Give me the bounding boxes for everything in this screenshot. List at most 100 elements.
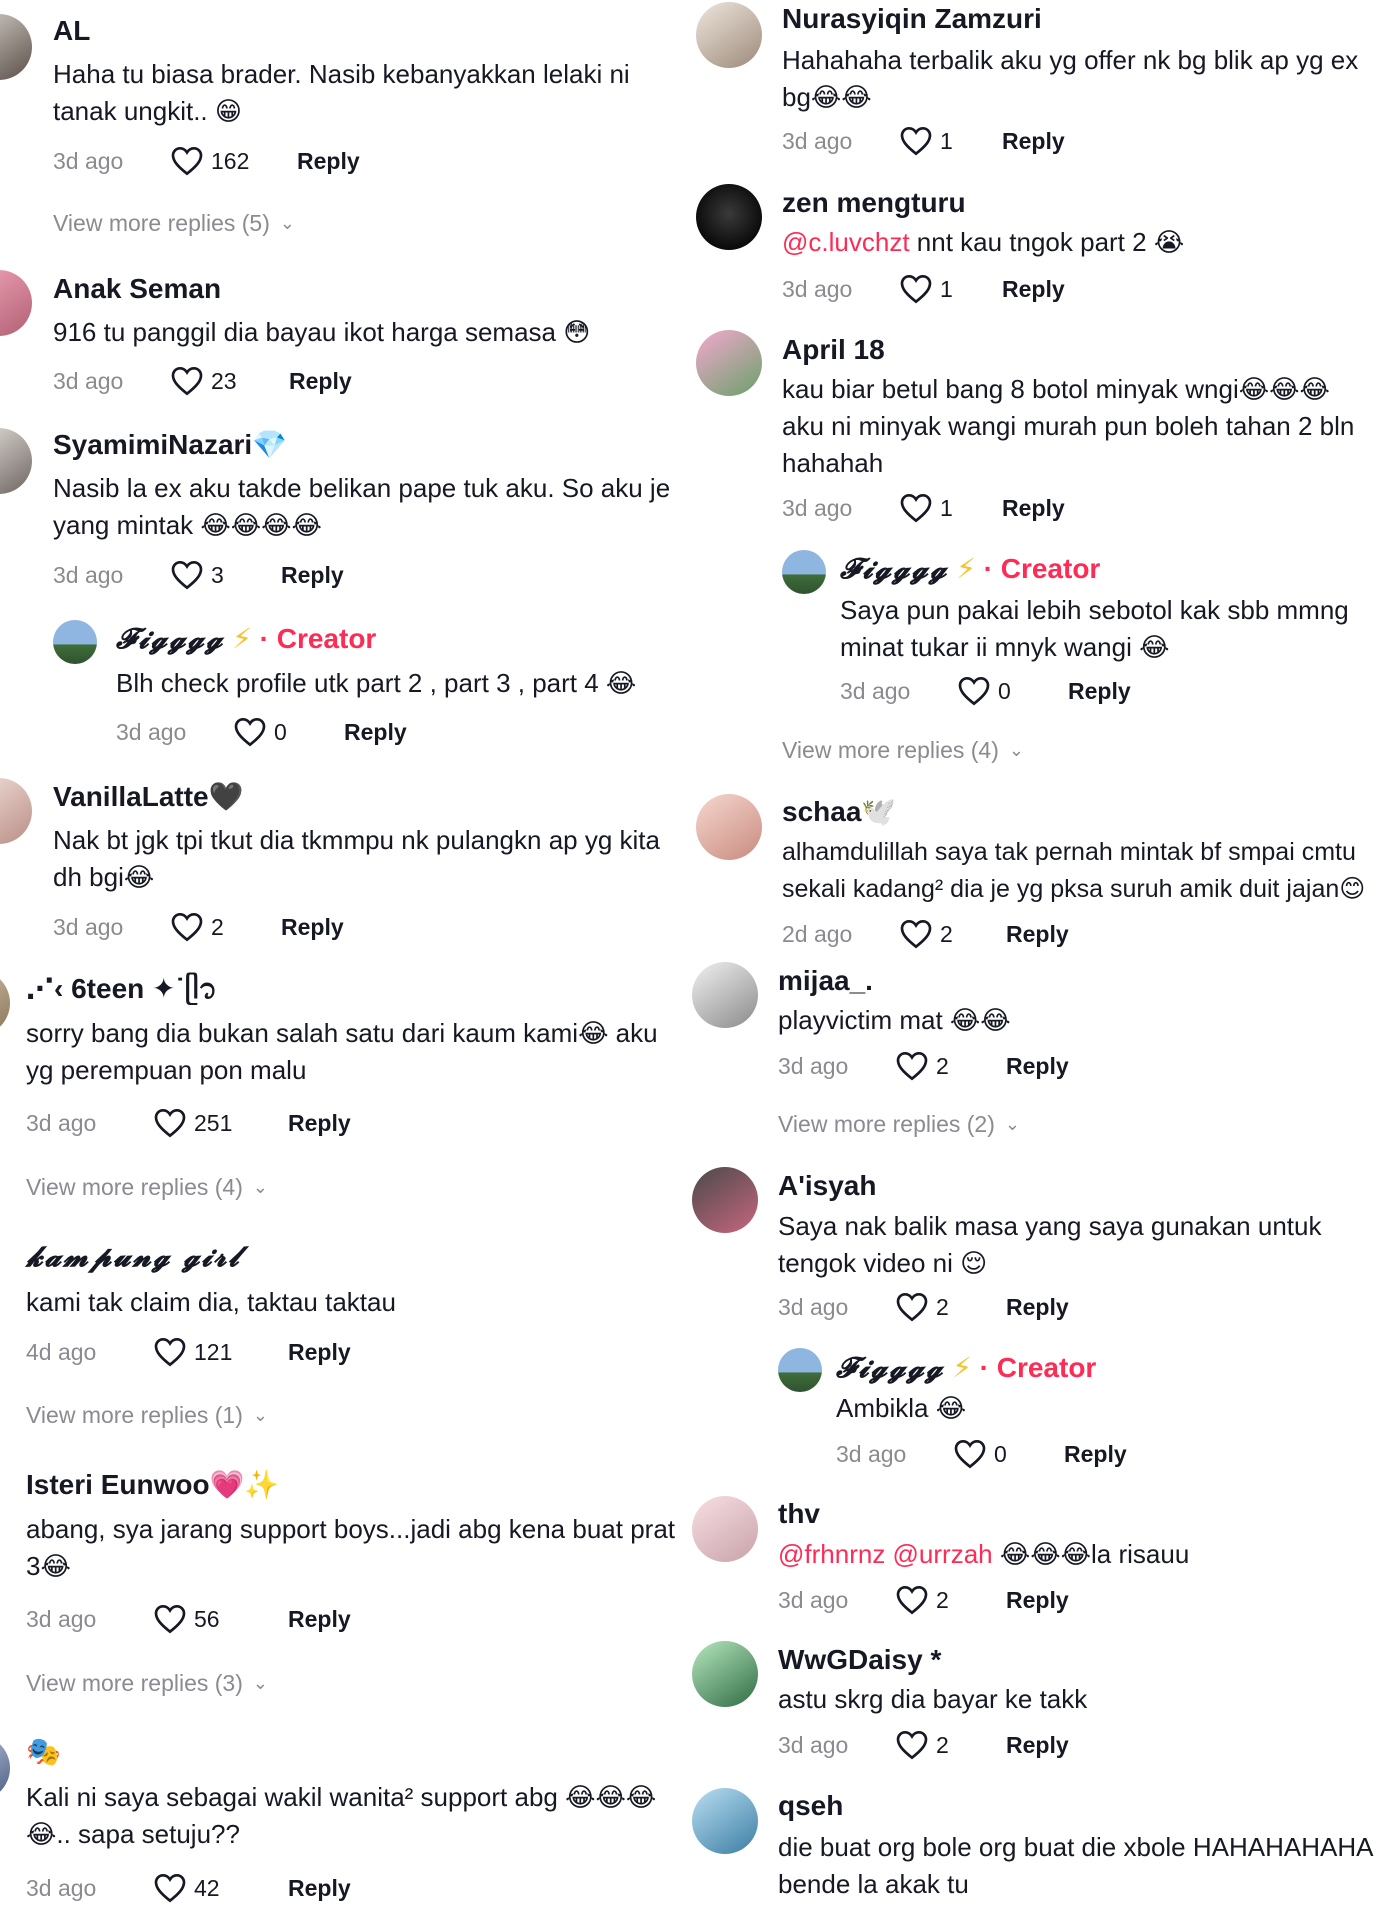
like-button[interactable]: 2: [896, 1730, 976, 1760]
reply-button[interactable]: Reply: [1002, 128, 1065, 155]
like-button[interactable]: 0: [234, 717, 314, 747]
comment-meta: 3d ago 2 Reply: [778, 1049, 1069, 1083]
comment-text: Haha tu biasa brader. Nasib kebanyakkan …: [53, 59, 630, 126]
comment-text: Nasib la ex aku takde belikan pape tuk a…: [53, 473, 671, 540]
like-button[interactable]: 0: [954, 1439, 1034, 1469]
reply-button[interactable]: Reply: [1064, 1441, 1127, 1468]
heart-outline-icon: [171, 560, 203, 590]
reply-button[interactable]: Reply: [1006, 1053, 1069, 1080]
view-more-replies-label: View more replies (4): [782, 737, 999, 763]
reply-button[interactable]: Reply: [1006, 921, 1069, 948]
like-button[interactable]: 56: [154, 1604, 258, 1634]
view-more-replies[interactable]: View more replies (3) ⌄: [26, 1670, 268, 1697]
view-more-replies[interactable]: View more replies (5) ⌄: [53, 210, 295, 237]
heart-outline-icon: [896, 1730, 928, 1760]
comment-author[interactable]: schaa🕊️: [782, 795, 896, 829]
heart-outline-icon: [154, 1108, 186, 1138]
view-more-replies[interactable]: View more replies (4) ⌄: [26, 1174, 268, 1201]
reply-button[interactable]: Reply: [1006, 1294, 1069, 1321]
like-button[interactable]: 42: [154, 1873, 258, 1903]
avatar[interactable]: [692, 1167, 758, 1233]
avatar[interactable]: [0, 970, 10, 1036]
view-more-replies[interactable]: View more replies (4) ⌄: [782, 737, 1024, 764]
avatar[interactable]: [692, 1641, 758, 1707]
avatar[interactable]: [696, 330, 762, 396]
comment-author[interactable]: 🎭: [26, 1735, 61, 1769]
reply-button[interactable]: Reply: [288, 1875, 351, 1902]
like-button[interactable]: 0: [958, 676, 1038, 706]
reply-button[interactable]: Reply: [281, 914, 344, 941]
reply-button[interactable]: Reply: [288, 1339, 351, 1366]
reply-author[interactable]: 𝓕𝓲𝓰𝓰𝓰𝓰 ⚡ · Creator: [836, 1351, 1096, 1385]
comment-author[interactable]: VanillaLatte🖤: [53, 780, 243, 814]
like-button[interactable]: 1: [900, 126, 972, 156]
like-button[interactable]: 2: [896, 1292, 976, 1322]
like-button[interactable]: 162: [171, 146, 267, 176]
comment-meta: 3d ago 23 Reply: [53, 364, 352, 398]
reply-button[interactable]: Reply: [1002, 495, 1065, 522]
reply-button[interactable]: Reply: [344, 719, 407, 746]
reply-author[interactable]: 𝓕𝓲𝓰𝓰𝓰𝓰 ⚡ · Creator: [116, 622, 376, 656]
view-more-replies[interactable]: View more replies (1) ⌄: [26, 1402, 268, 1429]
like-button[interactable]: 2: [896, 1585, 976, 1615]
comment-author[interactable]: mijaa_.: [778, 964, 873, 998]
reply-button[interactable]: Reply: [297, 148, 360, 175]
avatar[interactable]: [696, 794, 762, 860]
reply-button[interactable]: Reply: [1006, 1587, 1069, 1614]
like-button[interactable]: 1: [900, 274, 972, 304]
comment-meta: 4d ago 121 Reply: [26, 1335, 351, 1369]
comment-meta: 3d ago 42 Reply: [26, 1871, 351, 1905]
comment-author[interactable]: AL: [53, 14, 90, 48]
avatar[interactable]: [782, 550, 826, 594]
reply-button[interactable]: Reply: [1068, 678, 1131, 705]
avatar[interactable]: [692, 1788, 758, 1854]
reply-button[interactable]: Reply: [281, 562, 344, 589]
view-more-replies-label: View more replies (4): [26, 1174, 243, 1200]
comment-text-body: 😂😂😂la risauu: [992, 1539, 1190, 1569]
user-mention[interactable]: @frhnrnz @urrzah: [778, 1539, 993, 1569]
avatar[interactable]: [0, 1735, 10, 1801]
reply-button[interactable]: Reply: [289, 368, 352, 395]
avatar[interactable]: [0, 778, 32, 844]
avatar[interactable]: [53, 620, 97, 664]
comment-text: @c.luvchzt nnt kau tngok part 2 😭: [782, 224, 1372, 261]
comment-author[interactable]: Anak Seman: [53, 272, 221, 306]
avatar[interactable]: [696, 2, 762, 68]
reply-author[interactable]: 𝓕𝓲𝓰𝓰𝓰𝓰 ⚡ · Creator: [840, 552, 1100, 586]
view-more-replies[interactable]: View more replies (2) ⌄: [778, 1111, 1020, 1138]
comment-author[interactable]: Isteri Eunwoo💗✨: [26, 1468, 279, 1502]
like-button[interactable]: 23: [171, 366, 259, 396]
like-button[interactable]: 3: [171, 560, 251, 590]
comment-time: 4d ago: [26, 1338, 97, 1365]
like-button[interactable]: 251: [154, 1108, 258, 1138]
comment-author[interactable]: Nurasyiqin Zamzuri: [782, 2, 1042, 36]
like-count: 2: [936, 1293, 949, 1320]
comment-author[interactable]: WwGDaisy *: [778, 1643, 941, 1677]
comment-author[interactable]: April 18: [782, 333, 885, 367]
like-button[interactable]: 1: [900, 493, 972, 523]
comment-author[interactable]: zen mengturu: [782, 186, 966, 220]
like-button[interactable]: 2: [171, 912, 251, 942]
avatar[interactable]: [778, 1348, 822, 1392]
avatar[interactable]: [692, 962, 758, 1028]
reply-button[interactable]: Reply: [288, 1606, 351, 1633]
comment-author[interactable]: A'isyah: [778, 1169, 876, 1203]
user-mention[interactable]: @c.luvchzt: [782, 227, 910, 257]
reply-button[interactable]: Reply: [288, 1110, 351, 1137]
avatar[interactable]: [692, 1496, 758, 1562]
like-button[interactable]: 121: [154, 1337, 258, 1367]
comment-author[interactable]: ⋰‹ 6teen ✦˙ᥫ᭡: [26, 972, 217, 1006]
comment-author[interactable]: thv: [778, 1497, 820, 1531]
avatar[interactable]: [696, 184, 762, 250]
reply-button[interactable]: Reply: [1002, 276, 1065, 303]
avatar[interactable]: [0, 14, 32, 80]
comment-author[interactable]: SyamimiNazari💎: [53, 428, 287, 462]
comment-author[interactable]: 𝓴𝓪𝓶𝓹𝓾𝓷𝓰 𝓰𝓲𝓻𝓵: [26, 1240, 241, 1274]
comment-author[interactable]: qseh: [778, 1789, 843, 1823]
reply-button[interactable]: Reply: [1006, 1732, 1069, 1759]
like-button[interactable]: 2: [900, 919, 976, 949]
creator-badge: · Creator: [983, 553, 1101, 584]
avatar[interactable]: [0, 428, 32, 494]
avatar[interactable]: [0, 270, 32, 336]
like-button[interactable]: 2: [896, 1051, 976, 1081]
